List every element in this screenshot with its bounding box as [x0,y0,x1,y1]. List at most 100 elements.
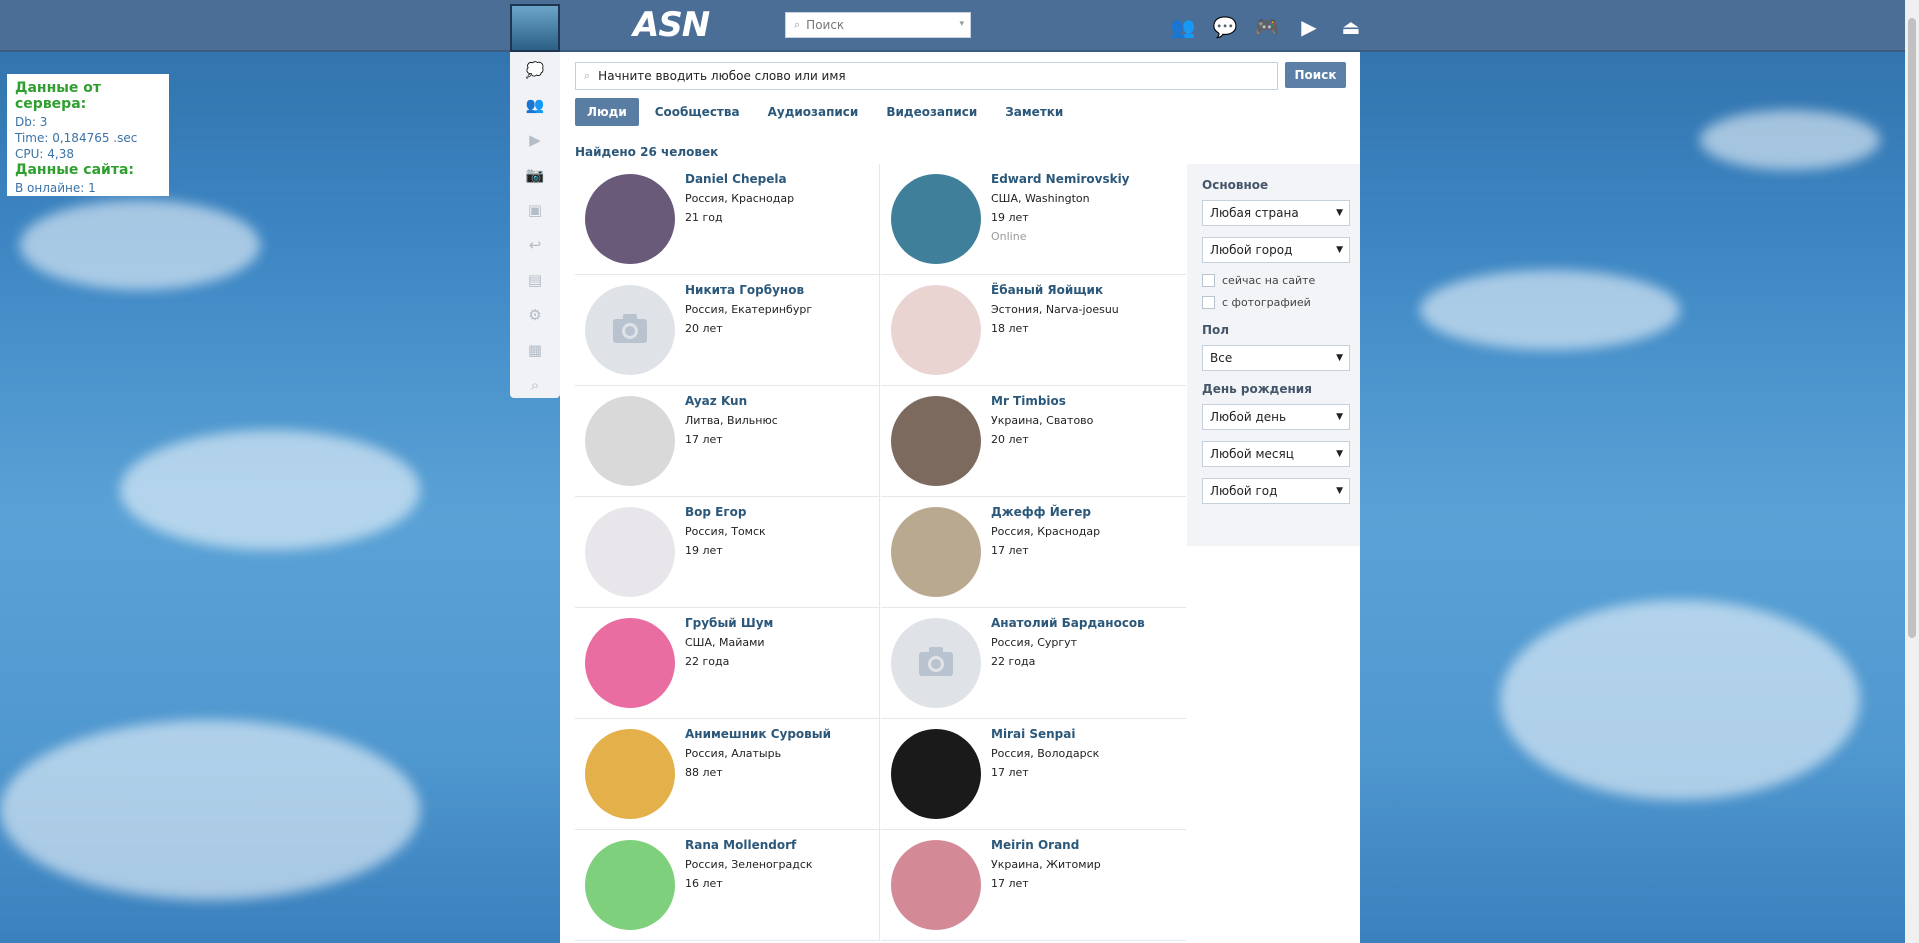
server-time: Time: 0,184765 .sec [15,131,138,145]
tab-communities[interactable]: Сообщества [643,98,752,126]
person-avatar[interactable] [891,285,981,375]
person-name[interactable]: Грубый Шум [685,617,870,630]
person-location: США, Washington [991,192,1090,205]
person-name[interactable]: Edward Nemirovskiy [991,173,1176,186]
person-card[interactable]: Вор Егор Россия, Томск 19 лет [575,497,880,608]
person-age: 17 лет [991,544,1029,557]
chevron-down-icon: ▾ [959,19,964,29]
contacts-icon[interactable]: ▣ [510,192,560,227]
day-select[interactable]: Любой день ▼ [1202,404,1350,430]
messages-icon[interactable]: 💬 [1210,14,1240,40]
person-age: 16 лет [685,877,723,890]
person-card[interactable]: Никита Горбунов Россия, Екатеринбург 20 ле… [575,275,880,386]
person-card[interactable]: Edward Nemirovskiy США, Washington 19 лет O… [881,164,1186,275]
person-online-status: Online [991,230,1027,243]
main-content: ⌕ Начните вводить любое слово или имя По… [560,52,1360,943]
year-value: Любой год [1210,484,1278,498]
cloud-decoration [1500,600,1860,800]
year-select[interactable]: Любой год ▼ [1202,478,1350,504]
groups-icon[interactable]: 👥 [510,87,560,122]
play-icon[interactable]: ▶ [1294,14,1324,40]
person-avatar[interactable] [891,507,981,597]
person-name[interactable]: Джефф Йегер [991,506,1176,519]
person-card[interactable]: Rana Mollendorf Россия, Зеленоградск 16 ле… [575,830,880,941]
person-age: 17 лет [991,877,1029,890]
person-card[interactable]: Ayaz Kun Литва, Вильнюс 17 лет [575,386,880,497]
person-name[interactable]: Никита Горбунов [685,284,870,297]
person-name[interactable]: Rana Mollendorf [685,839,870,852]
person-age: 17 лет [991,766,1029,779]
person-avatar[interactable] [891,396,981,486]
games-icon[interactable]: 🎮 [1252,14,1282,40]
person-avatar[interactable] [891,618,981,708]
person-card[interactable]: Ёбаный Яойщик Эстония, Narva-joesuu 18 лет [881,275,1186,386]
month-select[interactable]: Любой месяц ▼ [1202,441,1350,467]
online-checkbox[interactable] [1202,274,1215,287]
sex-select[interactable]: Все ▼ [1202,345,1350,371]
person-card[interactable]: Mirai Senpai Россия, Володарск 17 лет [881,719,1186,830]
person-name[interactable]: Ёбаный Яойщик [991,284,1176,297]
search-book-icon[interactable]: ⌕ [510,367,560,402]
chevron-down-icon: ▼ [1336,412,1343,422]
person-location: Россия, Алатырь [685,747,782,760]
news-icon[interactable]: ▤ [510,262,560,297]
user-avatar[interactable] [510,4,560,52]
day-value: Любой день [1210,410,1287,424]
person-avatar[interactable] [585,174,675,264]
country-select[interactable]: Любая страна ▼ [1202,200,1350,226]
tab-people[interactable]: Люди [575,98,639,126]
tab-notes[interactable]: Заметки [993,98,1075,126]
person-card[interactable]: Mr Timbios Украина, Сватово 20 лет [881,386,1186,497]
top-search-input[interactable]: ⌕ Поиск ▾ [785,12,971,38]
person-avatar[interactable] [585,507,675,597]
person-name[interactable]: Mirai Senpai [991,728,1176,741]
search-button[interactable]: Поиск [1285,62,1346,88]
person-avatar[interactable] [891,729,981,819]
person-avatar[interactable] [585,618,675,708]
friends-icon[interactable]: 👥 [1168,14,1198,40]
person-name[interactable]: Daniel Chepela [685,173,870,186]
site-logo[interactable]: ASN [633,5,710,45]
camera-icon[interactable]: 📷 [510,157,560,192]
chevron-down-icon: ▼ [1336,245,1343,255]
person-name[interactable]: Ayaz Kun [685,395,870,408]
person-name[interactable]: Meirin Orand [991,839,1176,852]
person-card[interactable]: Meirin Orand Украина, Житомир 17 лет [881,830,1186,941]
person-info: Edward Nemirovskiy США, Washington 19 лет O… [991,173,1176,244]
person-card[interactable]: Анатолий Барданосов Россия, Сургут 22 года [881,608,1186,719]
person-card[interactable]: Грубый Шум США, Майами 22 года [575,608,880,719]
photo-checkbox-row[interactable]: с фотографией [1202,296,1345,309]
people-search-placeholder: Начните вводить любое слово или имя [598,69,846,83]
chat-icon[interactable]: 💭 [510,52,560,87]
photo-checkbox[interactable] [1202,296,1215,309]
apps-icon[interactable]: ▦ [510,332,560,367]
video-icon[interactable]: ▶ [510,122,560,157]
settings-icon[interactable]: ⚙ [510,297,560,332]
person-avatar[interactable] [585,840,675,930]
scrollbar-thumb[interactable] [1908,18,1916,638]
person-card[interactable]: Daniel Chepela Россия, Краснодар 21 год [575,164,880,275]
person-location: Россия, Краснодар [991,525,1101,538]
person-name[interactable]: Анатолий Барданосов [991,617,1176,630]
person-avatar[interactable] [891,174,981,264]
people-search-input[interactable]: ⌕ Начните вводить любое слово или имя [575,62,1278,90]
tab-video[interactable]: Видеозаписи [874,98,989,126]
person-info: Грубый Шум США, Майами 22 года [685,617,870,669]
person-avatar[interactable] [585,285,675,375]
country-value: Любая страна [1210,206,1299,220]
logout-icon[interactable]: ⏏ [1336,14,1366,40]
person-name[interactable]: Вор Егор [685,506,870,519]
sex-value: Все [1210,351,1233,365]
person-card[interactable]: Анимешник Суровый Россия, Алатырь 88 лет [575,719,880,830]
person-avatar[interactable] [891,840,981,930]
reply-icon[interactable]: ↩ [510,227,560,262]
tab-audio[interactable]: Аудиозаписи [756,98,871,126]
person-avatar[interactable] [585,729,675,819]
person-name[interactable]: Mr Timbios [991,395,1176,408]
person-name[interactable]: Анимешник Суровый [685,728,870,741]
page-scrollbar[interactable] [1905,0,1919,943]
person-avatar[interactable] [585,396,675,486]
online-checkbox-row[interactable]: сейчас на сайте [1202,274,1345,287]
city-select[interactable]: Любой город ▼ [1202,237,1350,263]
person-card[interactable]: Джефф Йегер Россия, Краснодар 17 лет [881,497,1186,608]
